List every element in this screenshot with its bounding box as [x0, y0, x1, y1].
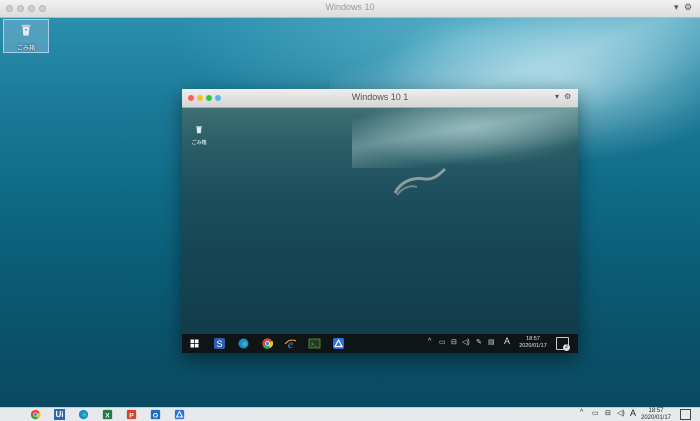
vm-clock-date: 2020/01/17	[515, 343, 551, 350]
notification-center-icon[interactable]	[680, 409, 691, 420]
recycle-bin-icon	[195, 125, 203, 134]
drive-icon[interactable]	[332, 337, 345, 350]
vm-clock[interactable]: 18:57 2020/01/17	[515, 336, 551, 350]
vm-taskbar: S e >_ ^ ▭ ⊟ ◁) ✎ ▤	[182, 334, 578, 353]
battery-icon[interactable]: ▭	[439, 338, 446, 346]
powerpoint-icon[interactable]: P	[126, 409, 137, 420]
host-clock-date: 2020/01/17	[636, 415, 676, 421]
notification-center-icon[interactable]: 2	[556, 337, 569, 350]
svg-text:S: S	[216, 339, 222, 349]
svg-text:>_: >_	[311, 342, 318, 348]
svg-text:O: O	[153, 412, 158, 419]
svg-text:P: P	[129, 412, 134, 419]
network-icon[interactable]: ⊟	[451, 338, 457, 346]
network-icon[interactable]: ⊟	[605, 409, 611, 417]
chrome-icon[interactable]	[30, 409, 41, 420]
sourcetree-icon[interactable]: S	[213, 337, 226, 350]
svg-text:e: e	[288, 337, 294, 350]
vm-window[interactable]: Windows 10 1 ▾ ⚙ ごみ箱	[182, 89, 578, 353]
host-taskbar: Ui X P O ^ ▭ ⊟ ◁) A 18:57 2020/01/17	[0, 407, 700, 421]
host-desktop: ごみ箱 Windows 10 1 ▾ ⚙ ごみ箱	[0, 18, 700, 407]
ime-indicator[interactable]: A	[504, 336, 510, 346]
excel-icon[interactable]: X	[102, 409, 113, 420]
keyboard-icon[interactable]: ▤	[488, 338, 495, 346]
speaker-icon[interactable]: ◁)	[462, 338, 470, 346]
chevron-down-icon[interactable]: ▾	[555, 92, 559, 101]
terminal-icon[interactable]: >_	[308, 337, 321, 350]
windows-start-icon[interactable]	[188, 337, 201, 350]
desktop-icon-label: ごみ箱	[4, 43, 48, 52]
chevron-up-icon[interactable]: ^	[580, 409, 583, 416]
svg-text:X: X	[105, 412, 110, 419]
vm-desktop-icon-label: ごみ箱	[187, 139, 211, 146]
vm-desktop-icon-recycle-bin[interactable]: ごみ箱	[187, 121, 211, 146]
uipath-icon[interactable]: Ui	[54, 409, 65, 420]
vm-window-title: Windows 10 1	[182, 92, 578, 102]
edge-icon[interactable]	[237, 337, 250, 350]
desktop-icon-recycle-bin[interactable]: ごみ箱	[3, 19, 49, 53]
surfer-figure	[387, 163, 447, 201]
edge-icon[interactable]	[78, 409, 89, 420]
vm-title-bar: Windows 10 1 ▾ ⚙	[182, 89, 578, 108]
window-title: Windows 10	[0, 2, 700, 12]
battery-icon[interactable]: ▭	[592, 409, 599, 417]
vm-clock-time: 18:57	[515, 336, 551, 343]
chrome-icon[interactable]	[261, 337, 274, 350]
window-title-bar: Windows 10 ▾ ⚙	[0, 0, 700, 18]
chevron-up-icon[interactable]: ^	[428, 338, 431, 345]
vm-desktop: ごみ箱	[182, 108, 578, 334]
notification-badge: 2	[563, 344, 570, 351]
pen-icon[interactable]: ✎	[476, 338, 482, 346]
recycle-bin-icon	[20, 23, 32, 37]
ie-icon[interactable]: e	[284, 337, 297, 350]
gear-icon[interactable]: ⚙	[564, 92, 571, 101]
chevron-down-icon[interactable]: ▾	[674, 2, 679, 13]
gear-icon[interactable]: ⚙	[684, 2, 692, 13]
drive-icon[interactable]	[174, 409, 185, 420]
outlook-icon[interactable]: O	[150, 409, 161, 420]
wallpaper-wave	[352, 108, 578, 168]
speaker-icon[interactable]: ◁)	[617, 409, 625, 417]
host-clock[interactable]: 18:57 2020/01/17	[636, 408, 676, 421]
